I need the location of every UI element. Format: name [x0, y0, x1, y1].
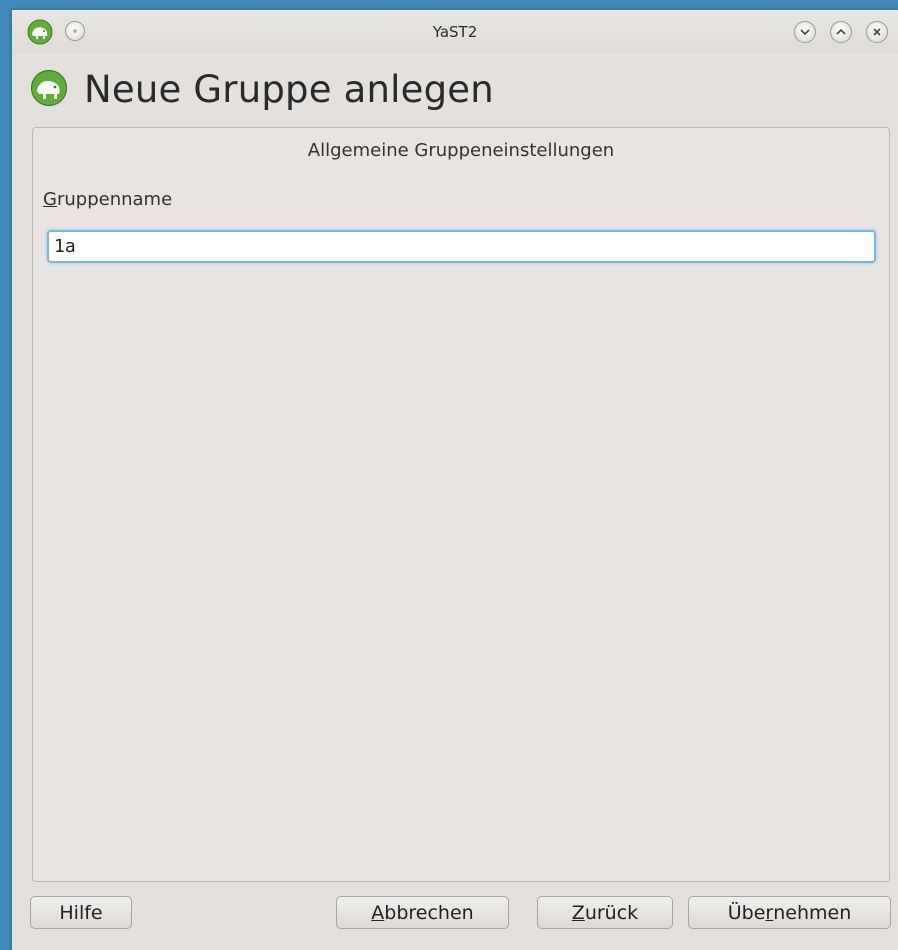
help-button-label: Hilfe [59, 901, 103, 924]
title-bar[interactable]: YaST2 [12, 10, 898, 54]
help-button[interactable]: Hilfe [30, 896, 132, 929]
cancel-accelerator: A [371, 901, 385, 924]
cancel-button[interactable]: Abbrechen [336, 896, 509, 929]
close-button[interactable] [866, 21, 888, 43]
minimize-button[interactable] [794, 21, 816, 43]
page-title: Neue Gruppe anlegen [84, 68, 494, 111]
maximize-button[interactable] [830, 21, 852, 43]
apply-label-pre: Übe [727, 901, 766, 924]
back-label: urück [584, 901, 639, 924]
cancel-label: bbrechen [384, 901, 474, 924]
back-accelerator: Z [571, 901, 585, 924]
label-text: ruppenname [56, 189, 173, 210]
apply-button[interactable]: Übe r nehmen [688, 896, 891, 929]
label-accelerator: G [43, 189, 57, 210]
close-icon [873, 28, 881, 36]
yast-chameleon-icon [30, 69, 68, 107]
group-name-input[interactable] [47, 230, 876, 263]
yast-window: YaST2 Neue Gruppe anlegen Allgemeine Gru… [12, 10, 898, 950]
group-name-label: Gruppenname [43, 189, 172, 210]
apply-accelerator: r [765, 901, 774, 924]
general-group-settings-frame: Allgemeine Gruppeneinstellungen Gruppenn… [32, 127, 890, 882]
frame-title: Allgemeine Gruppeneinstellungen [307, 140, 615, 161]
dialog-header: Neue Gruppe anlegen [12, 65, 898, 121]
back-button[interactable]: Zurück [537, 896, 673, 929]
window-title: YaST2 [432, 23, 478, 41]
apply-label-post: nehmen [773, 901, 852, 924]
maximize-icon [836, 28, 846, 35]
minimize-icon [800, 29, 810, 36]
